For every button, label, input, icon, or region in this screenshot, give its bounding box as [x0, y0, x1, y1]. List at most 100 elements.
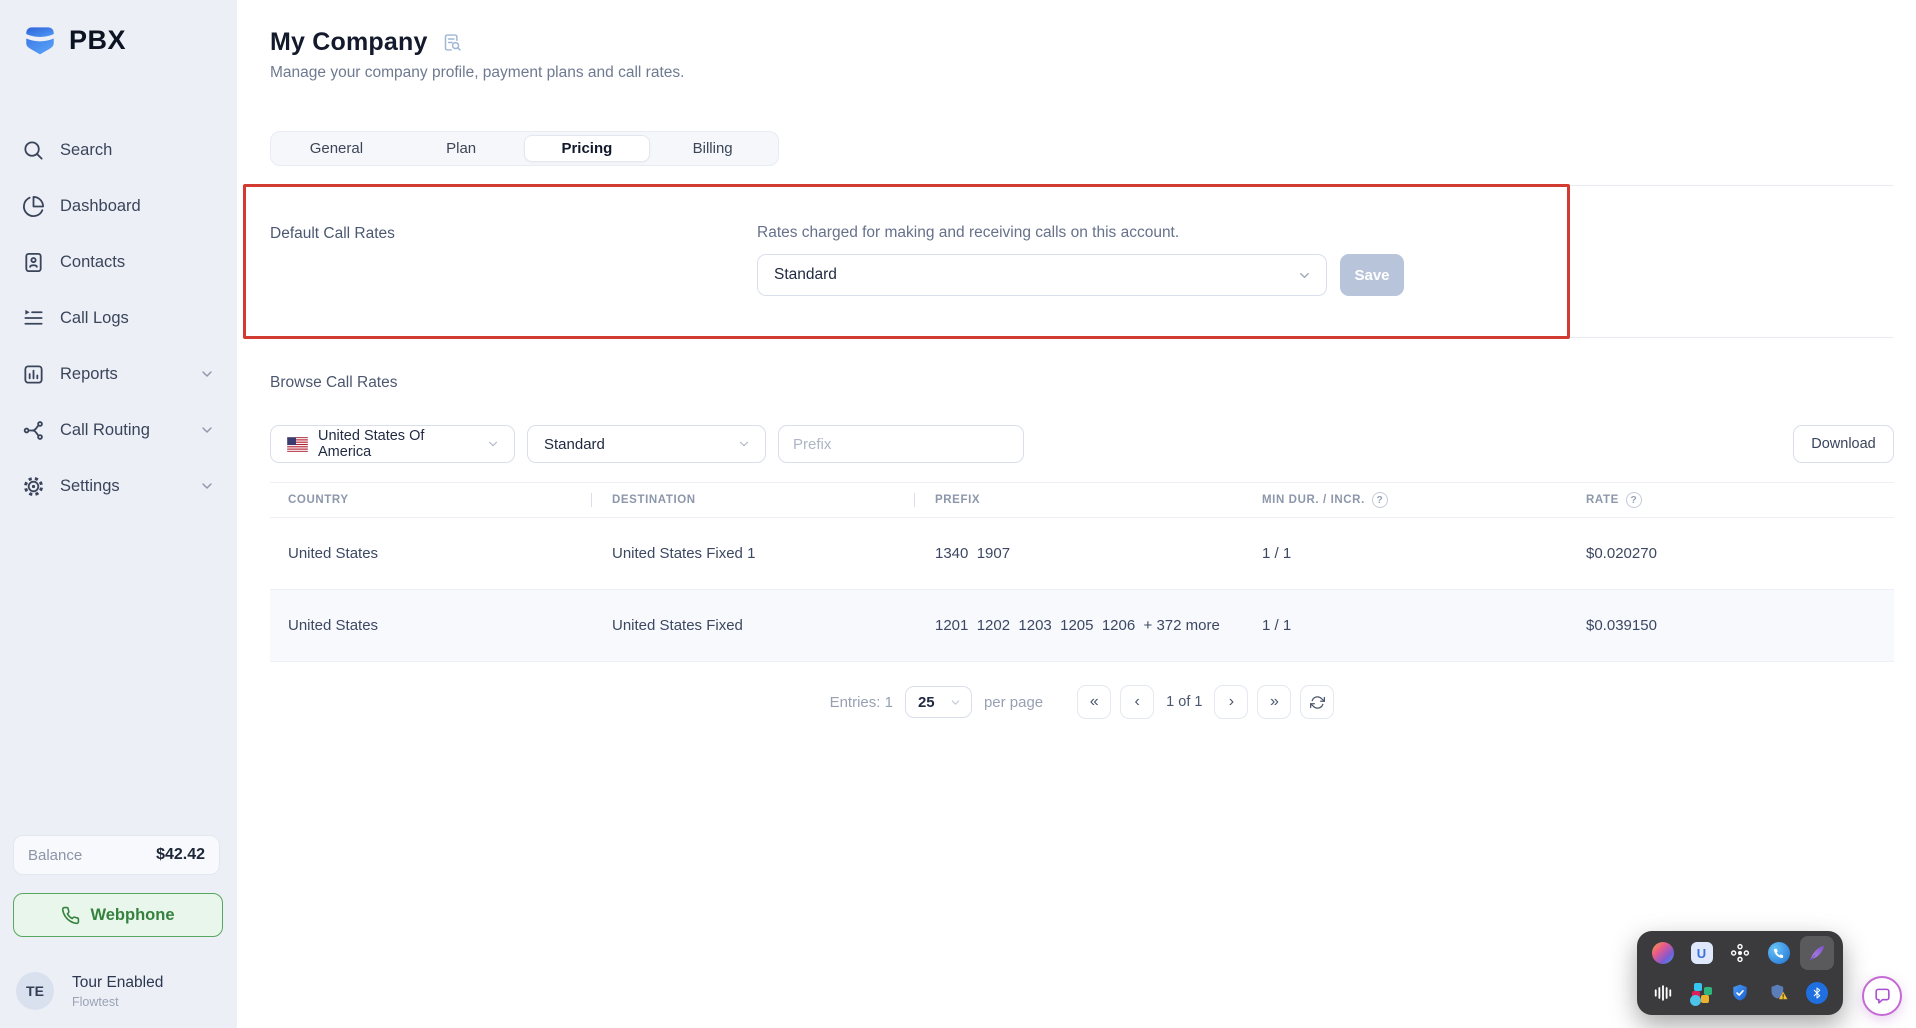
us-flag-icon [287, 436, 308, 452]
table-row[interactable]: United States United States Fixed 1 1340… [270, 518, 1894, 590]
sidebar-item-label: Contacts [60, 252, 126, 271]
info-icon[interactable]: ? [1371, 492, 1388, 508]
next-page-button[interactable]: › [1214, 685, 1249, 719]
entries-count: Entries: 1 [829, 693, 893, 711]
page-indicator: 1 of 1 [1166, 694, 1203, 710]
shield-warning-icon[interactable] [1762, 976, 1796, 1010]
cell-prefix: 1201 1202 1203 1205 1206 + 372 more [935, 617, 1220, 634]
default-call-rates-label: Default Call Rates [270, 225, 395, 242]
tab-bar: General Plan Pricing Billing [270, 131, 779, 166]
browse-plan-value: Standard [544, 435, 605, 453]
cell-min-incr: 1 / 1 [1262, 617, 1292, 634]
store-u-icon[interactable]: U [1685, 936, 1719, 970]
column-min-incr: MIN DUR. / INCR. ? [1262, 492, 1586, 508]
bluetooth-icon[interactable] [1800, 976, 1834, 1010]
prev-page-button[interactable]: ‹ [1120, 685, 1155, 719]
sidebar-item-settings[interactable]: Settings [22, 466, 215, 506]
sidebar-item-call-logs[interactable]: Call Logs [22, 298, 215, 338]
sidebar-item-reports[interactable]: Reports [22, 354, 215, 394]
cell-destination: United States Fixed 1 [612, 545, 756, 562]
sidebar-item-contacts[interactable]: Contacts [22, 242, 215, 282]
last-page-button[interactable]: » [1257, 685, 1292, 719]
info-icon[interactable]: ? [1625, 492, 1642, 508]
browse-rate-plan-select[interactable]: Standard [527, 425, 766, 463]
per-page-select[interactable]: 25 [904, 686, 972, 718]
sidebar-item-search[interactable]: Search [22, 130, 215, 170]
country-value: United States Of America [318, 428, 425, 460]
sidebar-item-dashboard[interactable]: Dashboard [22, 186, 215, 226]
cell-rate: $0.020270 [1586, 545, 1657, 562]
sidebar-item-call-routing[interactable]: Call Routing [22, 410, 215, 450]
settings-icon [22, 475, 45, 498]
sidebar-item-label: Reports [60, 364, 118, 383]
chat-bubble-icon[interactable] [1862, 976, 1902, 1016]
browse-call-rates-label: Browse Call Rates [270, 374, 398, 391]
cell-country: United States [288, 617, 379, 634]
call-routing-icon [22, 419, 45, 442]
balance-card: Balance $42.42 [13, 835, 220, 875]
chevron-down-icon[interactable] [199, 478, 215, 494]
dashboard-icon [22, 195, 45, 218]
tab-pricing[interactable]: Pricing [523, 135, 651, 162]
save-button[interactable]: Save [1340, 254, 1404, 296]
avatar: TE [16, 972, 54, 1010]
country-select[interactable]: United States Of America [270, 425, 515, 463]
copilot-icon[interactable] [1646, 936, 1680, 970]
slack-icon[interactable] [1685, 976, 1719, 1010]
default-call-rates-section: Default Call Rates Rates charged for mak… [243, 184, 1894, 339]
chevron-down-icon [737, 437, 751, 451]
cell-prefix: 1340 1907 [935, 545, 1011, 562]
sidebar-item-label: Call Logs [60, 308, 129, 327]
search-icon [22, 139, 45, 162]
call-logs-icon [22, 307, 45, 330]
shield-check-icon[interactable] [1723, 976, 1757, 1010]
cell-country: United States [288, 545, 379, 562]
cell-destination: United States Fixed [612, 617, 743, 634]
soundbars-icon[interactable] [1646, 976, 1680, 1010]
first-page-button[interactable]: « [1077, 685, 1112, 719]
prefix-input[interactable] [778, 425, 1024, 463]
system-tray-popup: U [1637, 931, 1843, 1015]
sidebar-nav: Search Dashboard Contacts Call Logs Repo… [0, 130, 237, 506]
reports-icon [22, 363, 45, 386]
phone-icon [61, 906, 80, 925]
tab-plan[interactable]: Plan [399, 135, 524, 162]
chevron-down-icon [949, 696, 962, 709]
selected-plan-value: Standard [774, 266, 837, 283]
sidebar: PBX Search Dashboard Contacts Call Logs … [0, 0, 237, 1028]
tab-general[interactable]: General [274, 135, 399, 162]
webphone-button[interactable]: Webphone [13, 893, 223, 937]
call-app-icon[interactable] [1762, 936, 1796, 970]
chevron-down-icon [1297, 268, 1312, 283]
column-rate: RATE ? [1586, 492, 1894, 508]
default-rate-plan-select[interactable]: Standard [757, 254, 1327, 296]
balance-label: Balance [28, 846, 83, 864]
pagination: Entries: 1 25 per page « ‹ 1 of 1 › » [270, 685, 1894, 719]
user-profile[interactable]: TE Tour Enabled Flowtest [16, 972, 163, 1010]
tab-billing[interactable]: Billing [650, 135, 775, 162]
sidebar-item-label: Call Routing [60, 420, 150, 439]
sidebar-item-label: Dashboard [60, 196, 141, 215]
file-search-icon[interactable] [442, 32, 463, 53]
cell-rate: $0.039150 [1586, 617, 1657, 634]
user-subtitle: Flowtest [72, 994, 119, 1009]
chevron-down-icon[interactable] [199, 422, 215, 438]
column-destination: DESTINATION [612, 494, 935, 506]
per-page-value: 25 [917, 693, 935, 711]
refresh-button[interactable] [1300, 685, 1335, 719]
chevron-down-icon[interactable] [199, 366, 215, 382]
user-name: Tour Enabled [72, 973, 164, 991]
brand-name: PBX [69, 24, 127, 55]
page-title: My Company [270, 28, 428, 56]
brand-logo: PBX [21, 21, 126, 59]
sidebar-item-label: Search [60, 140, 113, 159]
cell-min-incr: 1 / 1 [1262, 545, 1292, 562]
column-country: COUNTRY [288, 494, 349, 506]
cluster-icon[interactable] [1723, 936, 1757, 970]
sidebar-item-label: Settings [60, 476, 120, 495]
table-row[interactable]: United States United States Fixed 1201 1… [270, 590, 1894, 662]
table-header: COUNTRY DESTINATION PREFIX MIN DUR. / IN… [270, 482, 1894, 518]
pbx-logo-icon [21, 21, 59, 59]
feather-icon[interactable] [1800, 936, 1834, 971]
download-button[interactable]: Download [1793, 425, 1894, 463]
